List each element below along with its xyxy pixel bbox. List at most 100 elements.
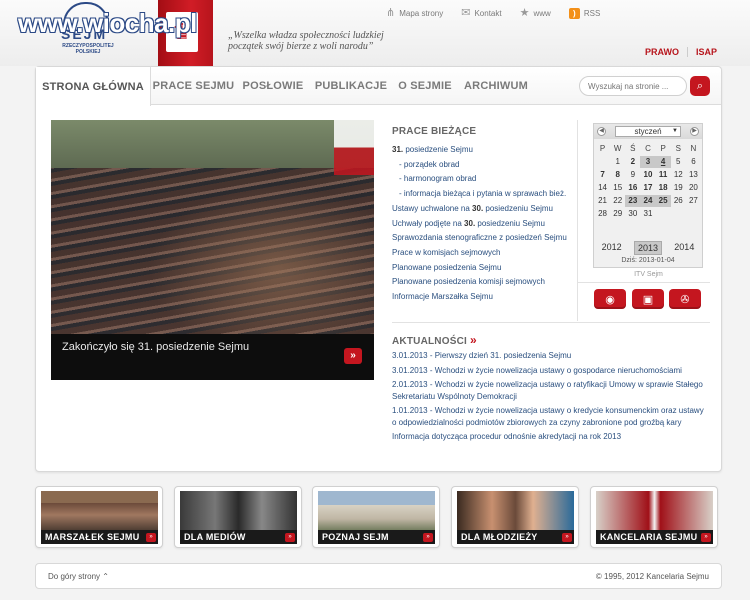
rss-link[interactable]: ) RSS [568,8,600,19]
calendar-day[interactable]: 10 [640,169,655,181]
tile-poznaj-sejm[interactable]: POZNAJ SEJM » [312,486,440,548]
prace-item[interactable]: - harmonogram obrad [392,172,574,187]
tile-dla-mlodziezy[interactable]: DLA MŁODZIEŻY » [451,486,579,548]
prace-item[interactable]: - porządek obrad [392,158,574,173]
film-icon: ✇ [680,293,690,306]
tab-archiwum[interactable]: ARCHIWUM [460,67,532,105]
double-chevron-right-icon: » [285,533,295,542]
chevron-up-icon: ⌃ [102,572,109,581]
itv-label: ITV Sejm [634,271,663,278]
header-quick-links: PRAWO ISAP [637,47,725,57]
news-item[interactable]: 2.01.2013 - Wchodzi w życie nowelizacja … [392,379,710,402]
calendar-day[interactable]: 15 [610,182,625,194]
prace-item[interactable]: Informacje Marszałka Sejmu [392,290,574,305]
prace-item[interactable]: 31. posiedzenie Sejmu [392,143,574,158]
tab-poslowie[interactable]: POSŁOWIE [236,67,310,105]
tile-label: DLA MŁODZIEŻY [461,532,538,542]
tile-kancelaria[interactable]: KANCELARIA SEJMU » [590,486,718,548]
calendar-day[interactable]: 19 [671,182,686,194]
calendar-day[interactable]: 4 [655,156,671,168]
calendar-day[interactable]: 13 [686,169,701,181]
tile-image [318,491,435,531]
calendar-day[interactable]: 2 [625,156,640,168]
double-chevron-right-icon: » [350,350,356,361]
motto: „Wszelka władza społeczności ludzkiej po… [228,30,384,52]
calendar-day[interactable]: 8 [610,169,625,181]
tile-label: POZNAJ SEJM [322,532,389,542]
calendar-day[interactable]: 5 [671,156,686,168]
photo-caption[interactable]: Zakończyło się 31. posiedzenie Sejmu [62,341,249,353]
calendar-day[interactable]: 25 [655,195,671,207]
calendar-day[interactable]: 6 [686,156,701,168]
calendar-day[interactable]: 31 [640,208,655,220]
back-to-top-link[interactable]: Do góry strony ⌃ [48,572,109,581]
calendar-day[interactable]: 29 [610,208,625,220]
featured-photo[interactable]: Zakończyło się 31. posiedzenie Sejmu » [51,120,374,380]
news-item[interactable]: 3.01.2013 - Pierwszy dzień 31. posiedzen… [392,350,710,362]
calendar-day[interactable]: 20 [686,182,701,194]
contact-link[interactable]: ✉ Kontakt [461,8,501,19]
search-button[interactable]: ⌕ [690,76,710,96]
prace-item[interactable]: Uchwały podjęte na 30. posiedzeniu Sejmu [392,217,574,232]
itv-film-button[interactable]: ✇ [669,289,701,309]
calendar-day[interactable]: 21 [595,195,610,207]
calendar-day[interactable]: 30 [625,208,640,220]
dropdown-arrow-icon: ▼ [672,128,678,134]
prace-item[interactable]: Planowane posiedzenia Sejmu [392,261,574,276]
calendar-next-button[interactable]: ▶ [690,127,699,136]
itv-tv-button[interactable]: ▣ [632,289,664,309]
sitemap-link[interactable]: ⋔ Mapa strony [386,8,443,19]
calendar-day[interactable]: 9 [625,169,640,181]
calendar: ◀ styczeń ▼ ▶ P W Ś C P S N 1 2 3 4 5 6 7 8 9 10 11 12 13 14 1… [593,123,703,268]
month-select[interactable]: styczeń ▼ [615,126,681,137]
weekday-header: P [660,144,666,153]
today-label: Dziś: 2013-01-04 [621,257,675,264]
news-item[interactable]: 1.01.2013 - Wchodzi w życie nowelizacja … [392,405,710,428]
year-2013[interactable]: 2013 [633,241,662,255]
tile-dla-mediow[interactable]: DLA MEDIÓW » [174,486,302,548]
prace-item[interactable]: Prace w komisjach sejmowych [392,246,574,261]
prace-item[interactable]: Sprawozdania stenograficzne z posiedzeń … [392,231,574,246]
calendar-day[interactable]: 24 [640,195,656,207]
isap-link[interactable]: ISAP [687,47,725,57]
calendar-day[interactable]: 18 [656,182,671,194]
calendar-day[interactable]: 1 [610,156,625,168]
calendar-day[interactable]: 3 [640,156,656,168]
news-item[interactable]: 3.01.2013 - Wchodzi w życie nowelizacja … [392,365,710,377]
itv-divider [577,282,710,283]
aktualnosci-title[interactable]: AKTUALNOŚCI» [392,333,477,347]
year-2012[interactable]: 2012 [599,241,625,255]
tile-marszalek[interactable]: MARSZAŁEK SEJMU » [35,486,163,548]
itv-radio-button[interactable]: ◉ [594,289,626,309]
mail-icon: ✉ [461,7,471,19]
calendar-prev-button[interactable]: ◀ [597,127,606,136]
tab-prace-sejmu[interactable]: PRACE SEJMU [152,67,235,105]
calendar-day[interactable]: 23 [625,195,641,207]
search-input[interactable] [579,76,687,96]
calendar-day[interactable]: 27 [686,195,701,207]
www-link[interactable]: ★ www [520,8,551,19]
calendar-day[interactable]: 28 [595,208,610,220]
prace-item[interactable]: - informacja bieżąca i pytania w sprawac… [392,187,574,202]
calendar-empty [686,208,701,220]
tab-publikacje[interactable]: PUBLIKACJE [312,67,390,105]
news-item[interactable]: Informacja dotycząca procedur odnośnie a… [392,431,710,443]
prawo-link[interactable]: PRAWO [637,47,687,57]
star-icon: ★ [519,7,530,19]
tab-strona-glowna[interactable]: STRONA GŁÓWNA [36,67,151,106]
calendar-day[interactable]: 14 [595,182,610,194]
caption-arrow-button[interactable]: » [344,348,362,364]
year-2014[interactable]: 2014 [671,241,697,255]
prace-item[interactable]: Planowane posiedzenia komisji sejmowych [392,275,574,290]
tv-icon: ▣ [642,293,654,306]
calendar-day[interactable]: 7 [595,169,610,181]
calendar-day[interactable]: 22 [610,195,625,207]
calendar-day[interactable]: 12 [671,169,686,181]
calendar-day[interactable]: 17 [640,182,655,194]
tab-o-sejmie[interactable]: O SEJMIE [392,67,458,105]
calendar-day[interactable]: 11 [656,169,671,181]
weekday-header: C [645,144,651,153]
calendar-day[interactable]: 26 [671,195,686,207]
prace-item[interactable]: Ustawy uchwalone na 30. posiedzeniu Sejm… [392,202,574,217]
calendar-day[interactable]: 16 [625,182,640,194]
